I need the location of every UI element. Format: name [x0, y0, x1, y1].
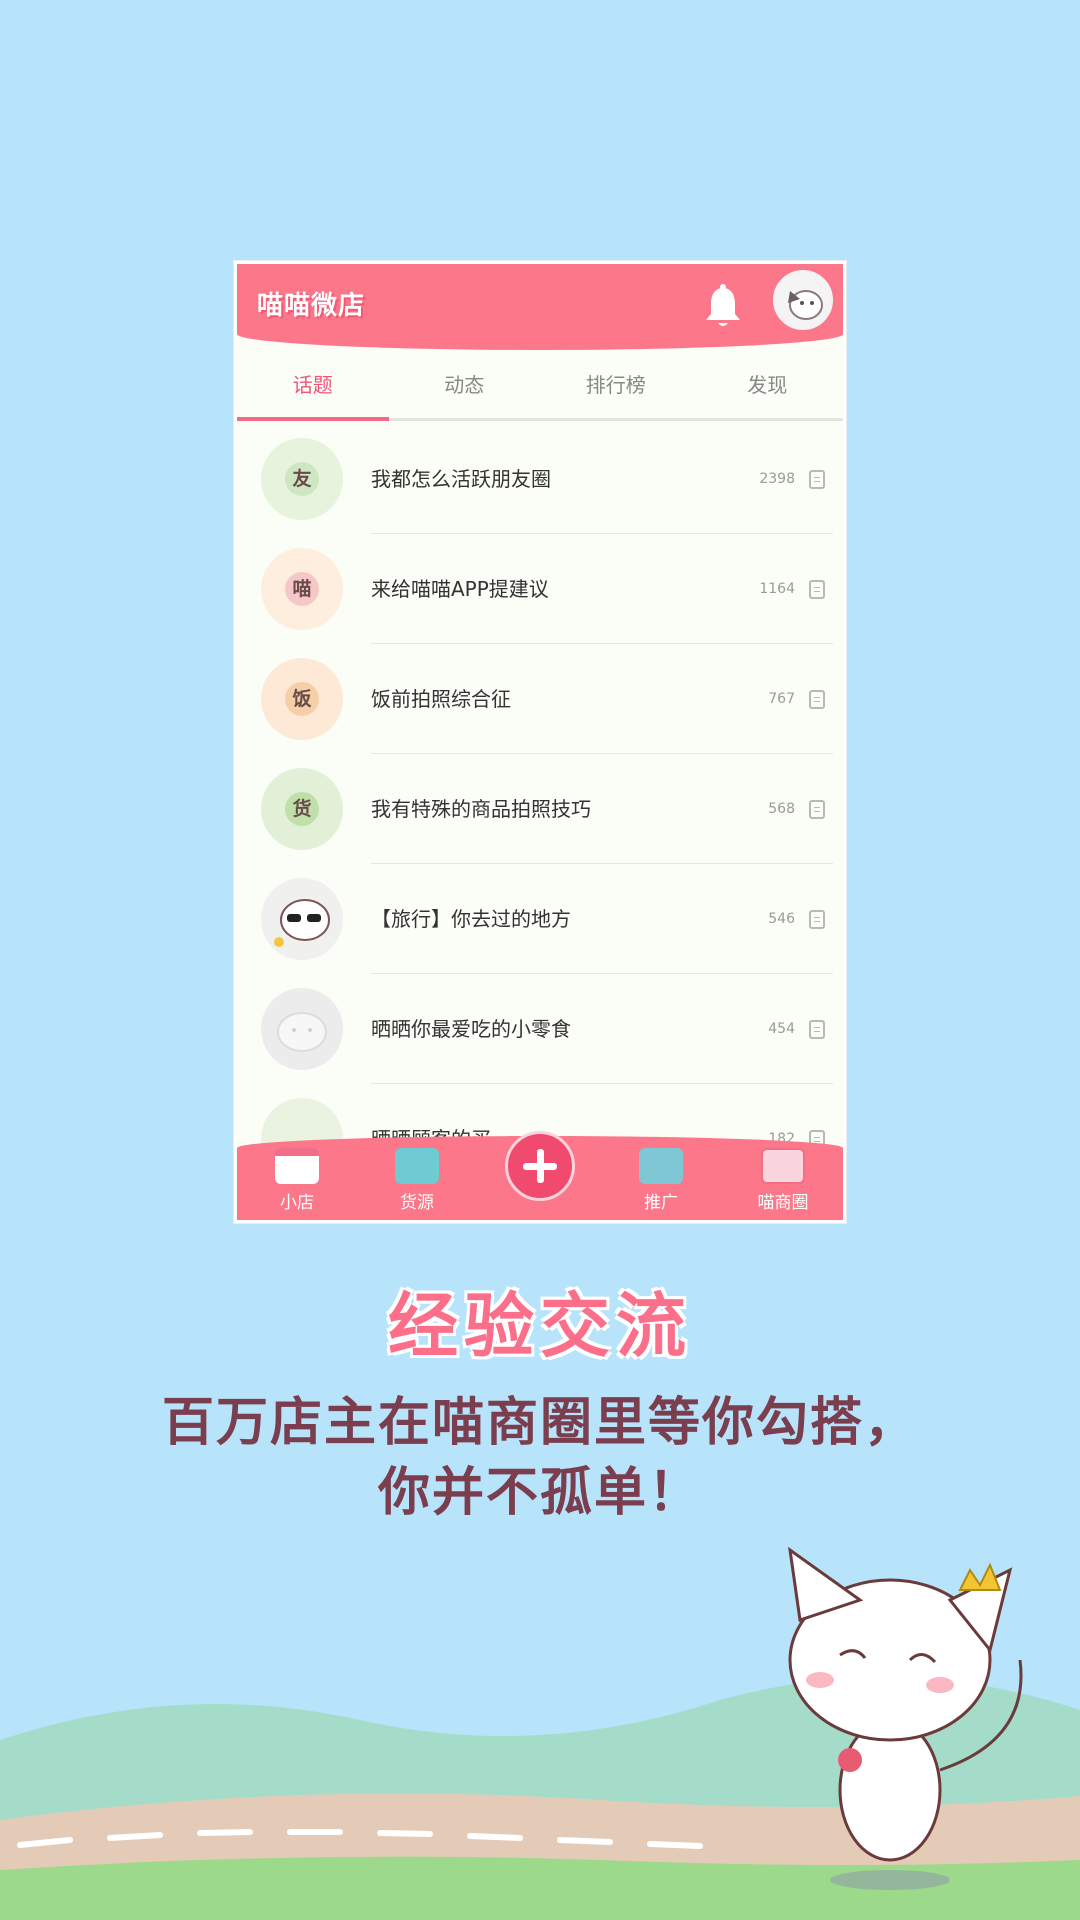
tab-leaderboard[interactable]: 排行榜 — [540, 350, 692, 418]
shop-icon — [275, 1148, 319, 1184]
topic-icon: 饭 — [261, 658, 343, 740]
topic-icon: 货 — [261, 768, 343, 850]
user-avatar[interactable] — [773, 270, 833, 330]
tab-discover[interactable]: 发现 — [692, 350, 844, 418]
topic-title: 饭前拍照综合征 — [371, 687, 511, 711]
nav-promote[interactable]: 推广 — [621, 1148, 701, 1220]
list-item[interactable]: 货 我有特殊的商品拍照技巧 568 — [237, 754, 843, 864]
nav-label: 货源 — [400, 1193, 434, 1213]
avatar-image — [776, 273, 830, 327]
topic-title: 我都怎么活跃朋友圈 — [371, 467, 551, 491]
rice-glyph-icon: 饭 — [285, 682, 319, 716]
tab-bar: 话题 动态 排行榜 发现 — [237, 350, 843, 421]
post-count: 454 — [768, 1021, 795, 1037]
nav-shop[interactable]: 小店 — [257, 1148, 337, 1220]
megaphone-icon — [639, 1148, 683, 1184]
friend-glyph-icon: 友 — [285, 462, 319, 496]
headline: 经验交流 — [388, 1285, 692, 1367]
truck-icon — [395, 1148, 439, 1184]
tab-topics[interactable]: 话题 — [237, 350, 389, 421]
nav-label: 小店 — [280, 1193, 314, 1213]
document-icon — [809, 910, 825, 929]
subline-2: 你并不孤单！ — [377, 1463, 702, 1523]
post-count: 2398 — [759, 471, 795, 487]
cat-glyph-icon: 喵 — [285, 572, 319, 606]
document-icon — [809, 1020, 825, 1039]
list-item[interactable]: 饭 饭前拍照综合征 767 — [237, 644, 843, 754]
add-post-button[interactable] — [505, 1131, 575, 1201]
document-icon — [809, 690, 825, 709]
post-count: 767 — [768, 691, 795, 707]
topic-icon: 友 — [261, 438, 343, 520]
faded-cat-icon — [277, 1012, 327, 1052]
document-icon — [809, 580, 825, 599]
document-icon — [809, 470, 825, 489]
bell-icon[interactable] — [701, 282, 745, 332]
list-item[interactable]: 【旅行】你去过的地方 546 — [237, 864, 843, 974]
cat-mascot — [788, 1546, 1023, 1890]
document-icon — [809, 800, 825, 819]
topic-list: 友 我都怎么活跃朋友圈 2398 喵 来给喵喵APP提建议 1164 饭 饭前拍… — [237, 424, 843, 1194]
topic-icon: 喵 — [261, 548, 343, 630]
phone-screenshot: 喵喵微店 话题 动态 排行榜 发现 友 我都怎么活跃朋友圈 2398 喵 来给喵… — [234, 261, 846, 1223]
topic-title: 晒晒你最爱吃的小零食 — [371, 1017, 571, 1041]
topic-icon — [261, 878, 343, 960]
app-header: 喵喵微店 — [237, 264, 843, 350]
nav-supply[interactable]: 货源 — [377, 1148, 457, 1220]
goods-glyph-icon: 货 — [285, 792, 319, 826]
sunglasses-cat-icon — [274, 899, 330, 947]
topic-title: 来给喵喵APP提建议 — [371, 577, 549, 601]
cat-circle-icon — [761, 1148, 805, 1184]
post-count: 568 — [768, 801, 795, 817]
list-item[interactable]: 友 我都怎么活跃朋友圈 2398 — [237, 424, 843, 534]
nav-label: 推广 — [644, 1193, 678, 1213]
app-logo: 喵喵微店 — [257, 291, 366, 321]
tab-activity[interactable]: 动态 — [389, 350, 541, 418]
topic-icon — [261, 988, 343, 1070]
list-item[interactable]: 喵 来给喵喵APP提建议 1164 — [237, 534, 843, 644]
nav-label: 喵商圈 — [757, 1193, 809, 1213]
list-item[interactable]: 晒晒你最爱吃的小零食 454 — [237, 974, 843, 1084]
nav-circle[interactable]: 喵商圈 — [743, 1148, 823, 1220]
topic-title: 【旅行】你去过的地方 — [371, 907, 571, 931]
subline-1: 百万店主在喵商圈里等你勾搭， — [161, 1393, 918, 1453]
post-count: 546 — [768, 911, 795, 927]
post-count: 1164 — [759, 581, 795, 597]
topic-title: 我有特殊的商品拍照技巧 — [371, 797, 591, 821]
